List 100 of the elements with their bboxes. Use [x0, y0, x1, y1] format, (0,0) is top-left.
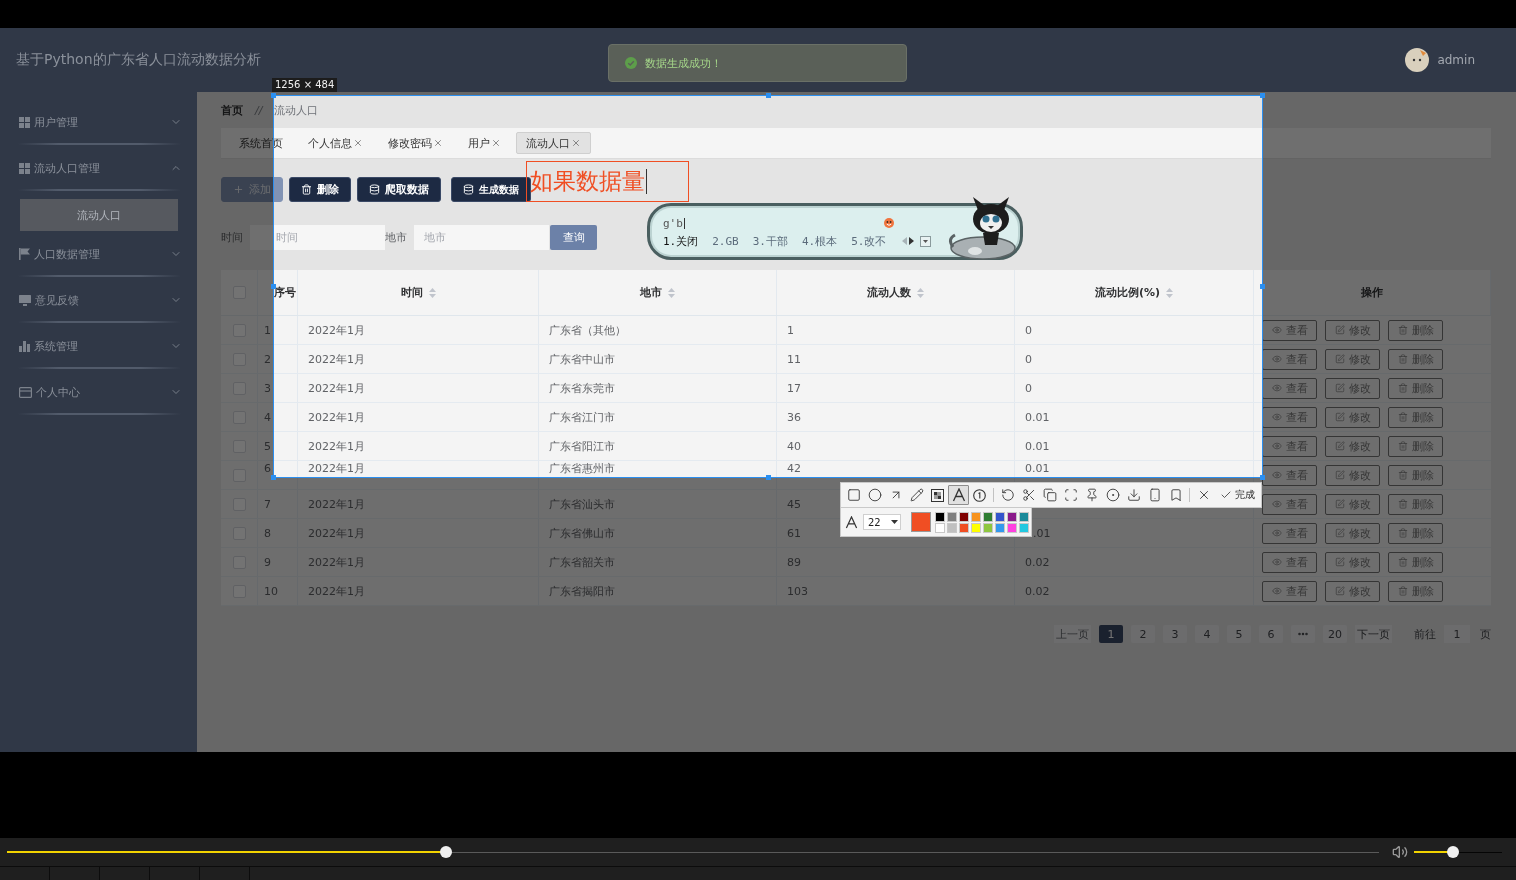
edit-icon	[1334, 586, 1345, 596]
ime-candidate[interactable]: 2.GB	[712, 234, 739, 248]
ime-candidate[interactable]: 3.干部	[752, 233, 788, 249]
flag-icon	[19, 248, 30, 260]
color-swatch[interactable]	[1019, 522, 1029, 533]
crawl-data-button[interactable]: 爬取数据	[357, 177, 441, 202]
color-swatch[interactable]	[935, 522, 945, 533]
color-swatch[interactable]	[947, 522, 957, 533]
smiley-icon[interactable]	[884, 218, 894, 228]
close-icon[interactable]	[571, 138, 581, 148]
eye-icon	[1271, 441, 1282, 451]
current-color-swatch[interactable]	[911, 512, 931, 532]
triangle-right-icon[interactable]	[908, 237, 914, 245]
page-tab[interactable]: 个人信息	[298, 132, 373, 154]
resize-handle[interactable]	[1260, 475, 1265, 480]
ime-candidate[interactable]: 1.关闭	[663, 233, 699, 249]
color-swatch[interactable]	[959, 511, 969, 522]
close-icon[interactable]	[353, 138, 363, 148]
dropdown-icon[interactable]	[919, 235, 931, 247]
sidebar-menu-item[interactable]: 系统管理	[0, 323, 197, 369]
phone-icon	[1147, 488, 1162, 502]
ime-candidate[interactable]: 4.根本	[802, 233, 838, 249]
avatar-icon[interactable]	[1405, 48, 1430, 72]
edit-icon	[1334, 441, 1345, 451]
table-cell: 36	[787, 410, 801, 424]
page-tab[interactable]: 用户	[458, 132, 511, 154]
sidebar-menu-item[interactable]: 流动人口管理	[0, 145, 197, 191]
sidebar-menu-item[interactable]: 意见反馈	[0, 277, 197, 323]
sidebar-submenu-item[interactable]: 流动人口	[20, 199, 178, 231]
sort-icon[interactable]	[1166, 287, 1174, 298]
text-tool-button[interactable]	[948, 485, 969, 505]
search-input[interactable]: 时间	[250, 225, 385, 250]
color-swatch[interactable]	[947, 511, 957, 522]
scissors-icon	[1021, 488, 1036, 502]
annotation-text-box[interactable]: 如果数据量	[526, 161, 689, 202]
sidebar-menu-item[interactable]: 个人中心	[0, 369, 197, 415]
text-tool-icon	[951, 488, 966, 502]
volume-icon[interactable]	[1392, 844, 1408, 860]
ime-candidate[interactable]: 5.改不	[851, 233, 887, 249]
username[interactable]: admin	[1437, 53, 1475, 67]
sort-icon[interactable]	[668, 287, 675, 298]
eye-icon	[1271, 412, 1282, 422]
selection-frame[interactable]	[273, 95, 1263, 478]
color-swatch[interactable]	[1019, 511, 1029, 522]
close-icon[interactable]	[433, 138, 443, 148]
color-swatch[interactable]	[935, 511, 945, 522]
bookmark-icon	[1168, 488, 1183, 502]
pin-icon	[1084, 488, 1099, 502]
selection-size-label: 1256 × 484	[272, 78, 338, 92]
page-jump-input[interactable]: 1	[1444, 625, 1470, 643]
color-swatch[interactable]	[971, 511, 981, 522]
delete-button[interactable]: 删除	[289, 177, 351, 202]
sidebar-menu-item[interactable]: 人口数据管理	[0, 231, 197, 277]
breadcrumb-link[interactable]: 首页	[221, 102, 243, 118]
color-swatch[interactable]	[995, 522, 1005, 533]
page-number-button[interactable]: 2	[1131, 625, 1155, 643]
table-cell: 11	[787, 352, 801, 366]
color-swatch[interactable]	[1007, 511, 1017, 522]
slider-thumb[interactable]	[440, 846, 453, 858]
search-input[interactable]: 地市	[414, 225, 549, 250]
trash-icon	[1397, 470, 1408, 480]
done-button[interactable]: 完成	[1215, 485, 1260, 505]
sort-icon[interactable]	[428, 287, 436, 298]
resize-handle[interactable]	[1260, 93, 1265, 98]
page-number-button[interactable]: 3	[1163, 625, 1187, 643]
eye-icon	[1271, 354, 1282, 364]
resize-handle[interactable]	[271, 93, 276, 98]
resize-handle[interactable]	[766, 93, 771, 98]
color-swatch[interactable]	[1007, 522, 1017, 533]
table-cell: 广东省（其他）	[549, 323, 626, 337]
sort-icon[interactable]	[917, 287, 924, 298]
more-pages-button[interactable]	[1291, 625, 1315, 643]
color-swatch[interactable]	[983, 511, 993, 522]
table-cell: 广东省东莞市	[549, 381, 615, 395]
page-number-button[interactable]: 6	[1259, 625, 1283, 643]
slider-thumb[interactable]	[1446, 846, 1459, 858]
resize-handle[interactable]	[271, 475, 276, 480]
color-swatch[interactable]	[959, 522, 969, 533]
trash-icon	[1397, 412, 1408, 422]
color-swatch[interactable]	[995, 511, 1005, 522]
column-header: 流动比例(%)	[1094, 285, 1161, 300]
edit-icon	[1334, 470, 1345, 480]
generate-data-button[interactable]: 生成数据	[451, 177, 531, 202]
font-size-select[interactable]: 22	[863, 514, 901, 530]
close-icon[interactable]	[491, 138, 501, 148]
page-tab[interactable]: 修改密码	[378, 132, 453, 154]
color-swatch[interactable]	[971, 522, 981, 533]
resize-handle[interactable]	[271, 284, 276, 289]
page-number-button[interactable]: 5	[1227, 625, 1251, 643]
resize-handle[interactable]	[1260, 284, 1265, 289]
sidebar-menu-item[interactable]: 用户管理	[0, 99, 197, 145]
table-cell: 2022年1月	[308, 323, 365, 337]
query-button[interactable]: 查询	[550, 225, 597, 250]
record-icon	[1105, 488, 1120, 502]
color-swatch[interactable]	[983, 522, 993, 533]
page-number-button[interactable]: 20	[1323, 625, 1347, 643]
page-tab[interactable]: 流动人口	[516, 132, 591, 154]
page-number-button[interactable]: 1	[1099, 625, 1123, 643]
page-number-button[interactable]: 4	[1195, 625, 1219, 643]
resize-handle[interactable]	[766, 475, 771, 480]
